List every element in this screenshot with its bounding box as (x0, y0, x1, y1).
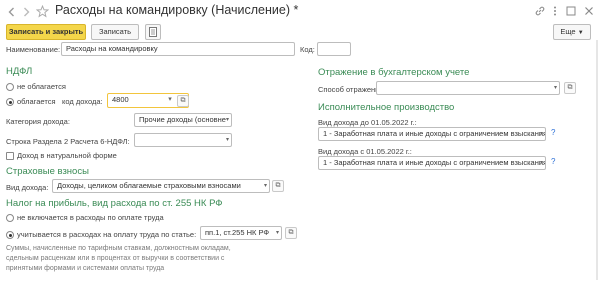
chevron-down-icon: ▾ (553, 85, 557, 91)
in-kind-label: Доход в натуральной форме (17, 151, 117, 160)
enforcement-after-help-icon[interactable]: ? (551, 157, 555, 166)
profit-tax-open-button[interactable]: ⧉ (285, 227, 297, 239)
chevron-down-icon: ▾ (539, 160, 543, 166)
close-button[interactable] (583, 5, 595, 17)
enforcement-before-value: 1 - Заработная плата и иные доходы с огр… (323, 129, 546, 138)
profit-tax-not-included-radio[interactable] (6, 214, 14, 222)
code-field[interactable] (317, 42, 351, 56)
insurance-income-type-label: Вид дохода: (6, 183, 49, 192)
name-label: Наименование: (6, 45, 61, 54)
accounting-open-button[interactable]: ⧉ (564, 82, 576, 94)
enforcement-before-help-icon[interactable]: ? (551, 128, 555, 137)
more-vert-button[interactable] (551, 5, 559, 17)
page-title: Расходы на командировку (Начисление) * (55, 3, 299, 17)
ndfl-taxed-radio[interactable] (6, 98, 14, 106)
enforcement-after-label: Вид дохода с 01.05.2022 г.: (318, 147, 412, 156)
income-category-select[interactable]: Прочие доходы (основне ▾ (134, 113, 232, 127)
maximize-icon (566, 6, 576, 16)
insurance-income-type-select[interactable]: Доходы, целиком облагаемые страховыми вз… (52, 179, 270, 193)
link-icon (535, 6, 545, 16)
more-vert-icon (554, 6, 556, 16)
accounting-method-select[interactable]: ▾ (376, 81, 560, 95)
chevron-down-icon: ▾ (275, 230, 279, 236)
insurance-income-type-value: Доходы, целиком облагаемые страховыми вз… (57, 181, 241, 190)
forward-button[interactable] (20, 6, 32, 18)
income-code-value: 4800 (112, 95, 129, 104)
open-link-icon: ⧉ (567, 84, 573, 91)
insurance-open-button[interactable]: ⧉ (272, 180, 284, 192)
chevron-down-icon: ▾ (225, 117, 229, 123)
scrollbar[interactable] (596, 40, 598, 280)
income-category-value: Прочие доходы (основне (139, 115, 226, 124)
enforcement-before-label: Вид дохода до 01.05.2022 г.: (318, 118, 417, 127)
more-button[interactable]: Еще ▼ (553, 24, 591, 40)
report-line-select[interactable]: ▾ (134, 133, 232, 147)
ndfl-taxed-label: облагается (17, 97, 56, 106)
save-button[interactable]: Записать (91, 24, 139, 40)
enforcement-after-select[interactable]: 1 - Заработная плата и иные доходы с огр… (318, 156, 546, 170)
profit-tax-section-title: Налог на прибыль, вид расхода по ст. 255… (6, 198, 223, 209)
ndfl-section-title: НДФЛ (6, 66, 33, 77)
income-category-label: Категория дохода: (6, 117, 70, 126)
code-label: Код: (300, 45, 315, 54)
profit-tax-article-value: пп.1, ст.255 НК РФ (205, 228, 270, 237)
chevron-down-icon: ▾ (225, 137, 229, 143)
more-label: Еще (560, 27, 576, 36)
enforcement-before-select[interactable]: 1 - Заработная плата и иные доходы с огр… (318, 127, 546, 141)
link-button[interactable] (534, 5, 546, 17)
in-kind-checkbox[interactable] (6, 152, 14, 160)
insurance-section-title: Страховые взносы (6, 166, 89, 177)
income-code-label: код дохода: (62, 97, 103, 106)
back-button[interactable] (6, 6, 18, 18)
open-link-icon: ⧉ (180, 97, 186, 104)
star-icon (35, 4, 50, 18)
profit-tax-included-radio[interactable] (6, 231, 14, 239)
income-code-open-button[interactable]: ⧉ (177, 95, 189, 107)
chevron-down-icon: ▾ (263, 183, 267, 189)
maximize-button[interactable] (565, 5, 577, 17)
accounting-section-title: Отражение в бухгалтерском учете (318, 67, 470, 78)
save-and-close-button[interactable]: Записать и закрыть (6, 24, 86, 40)
attachment-button[interactable] (145, 24, 161, 40)
document-icon (149, 27, 157, 37)
profit-tax-note: Суммы, начисленные по тарифным ставкам, … (6, 245, 231, 272)
enforcement-section-title: Исполнительное производство (318, 102, 455, 113)
favorite-button[interactable] (35, 4, 50, 18)
chevron-down-icon: ▼ (577, 30, 584, 36)
report-line-label: Строка Раздела 2 Расчета 6-НДФЛ: (6, 137, 130, 146)
ndfl-not-taxed-label: не облагается (17, 82, 66, 91)
arrow-back-icon (8, 7, 14, 17)
chevron-down-icon: ▾ (168, 96, 172, 103)
profit-tax-not-included-label: не включается в расходы по оплате труда (17, 213, 164, 222)
income-code-dropdown[interactable]: ▾ (164, 95, 176, 107)
close-icon (585, 7, 593, 15)
arrow-forward-icon (24, 7, 30, 17)
open-link-icon: ⧉ (288, 229, 294, 236)
profit-tax-article-select[interactable]: пп.1, ст.255 НК РФ ▾ (200, 226, 282, 240)
profit-tax-included-label: учитывается в расходах на оплату труда п… (17, 230, 197, 239)
chevron-down-icon: ▾ (539, 131, 543, 137)
ndfl-not-taxed-radio[interactable] (6, 83, 14, 91)
name-field[interactable]: Расходы на командировку (61, 42, 295, 56)
enforcement-after-value: 1 - Заработная плата и иные доходы с огр… (323, 158, 546, 167)
open-link-icon: ⧉ (275, 182, 281, 189)
